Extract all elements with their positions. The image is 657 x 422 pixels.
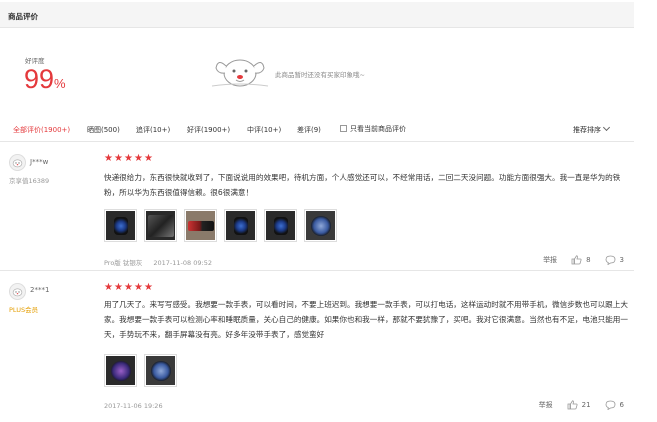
star-rating: ★ ★ ★ ★ ★	[104, 154, 153, 164]
review-item: J***w 京享值16389 ★ ★ ★ ★ ★ 快递很给力，东西很快就收到了，…	[0, 143, 634, 271]
filter-neutral[interactable]: 中评(10+)	[247, 125, 281, 135]
review-filter-bar: 全部评价(1900+) 晒图(500) 追评(10+) 好评(1900+) 中评…	[0, 118, 634, 142]
checkbox-box[interactable]	[340, 125, 347, 132]
avatar[interactable]	[9, 283, 26, 300]
review-image-thumb[interactable]	[304, 209, 337, 242]
filter-follow-up[interactable]: 追评(10+)	[136, 125, 170, 135]
filter-positive[interactable]: 好评(1900+)	[187, 125, 230, 135]
star-icon: ★	[134, 153, 143, 164]
review-meta: Pro版 钛银灰 2017-11-08 09:52	[104, 257, 212, 267]
star-icon: ★	[114, 153, 123, 164]
report-link[interactable]: 举报	[539, 400, 553, 410]
no-impression-text: 此商品暂时还没有买家印象哦~	[275, 71, 365, 79]
user-name: J***w	[30, 158, 49, 166]
star-icon: ★	[124, 282, 133, 293]
star-rating: ★ ★ ★ ★ ★	[104, 283, 153, 293]
chevron-down-icon	[602, 123, 611, 132]
review-text: 用了几天了。来写写感受。我想要一款手表，可以看时间，不要上班迟到。我想要一款手表…	[104, 300, 628, 339]
review-actions: 举报 21 6	[539, 400, 624, 410]
review-meta: 2017-11-06 19:26	[104, 402, 163, 410]
product-reviews-panel: 商品评价 好评度 99% 此商品暂时还没有买家印象哦~ 全部评价(1900+) …	[0, 0, 657, 422]
review-image-thumb[interactable]	[264, 209, 297, 242]
review-images	[104, 354, 177, 387]
review-images	[104, 209, 337, 242]
current-product-only-checkbox[interactable]: 只看当前商品评价	[340, 124, 406, 134]
mascot-dog-icon	[210, 52, 270, 90]
thumbs-up-icon[interactable]	[571, 255, 582, 265]
review-image-thumb[interactable]	[104, 209, 137, 242]
star-icon: ★	[134, 282, 143, 293]
comment-icon[interactable]	[605, 400, 616, 410]
sort-label: 推荐排序	[573, 126, 601, 134]
star-icon: ★	[114, 282, 123, 293]
review-image-thumb[interactable]	[144, 209, 177, 242]
star-icon: ★	[144, 282, 153, 293]
like-count: 21	[581, 401, 591, 409]
review-actions: 举报 8 3	[543, 255, 624, 265]
review-date: 2017-11-06 19:26	[104, 402, 163, 410]
sort-dropdown[interactable]: 推荐排序	[573, 123, 611, 135]
reply-count: 3	[619, 256, 624, 264]
comment-icon[interactable]	[605, 255, 616, 265]
avatar[interactable]	[9, 154, 26, 171]
section-title: 商品评价	[8, 12, 38, 21]
reply-count: 6	[619, 401, 624, 409]
filter-all[interactable]: 全部评价(1900+)	[13, 125, 70, 135]
star-icon: ★	[144, 153, 153, 164]
filter-negative[interactable]: 差评(9)	[297, 125, 321, 135]
checkbox-label: 只看当前商品评价	[350, 125, 406, 133]
like-count: 8	[586, 256, 591, 264]
user-name: 2***1	[30, 286, 50, 294]
review-image-thumb[interactable]	[184, 209, 217, 242]
report-link[interactable]: 举报	[543, 255, 557, 265]
review-image-thumb[interactable]	[104, 354, 137, 387]
star-icon: ★	[124, 153, 133, 164]
product-variant: Pro版 钛银灰	[104, 259, 143, 267]
review-item: 2***1 PLUS会员 ★ ★ ★ ★ ★ 用了几天了。来写写感受。我想要一款…	[0, 272, 634, 420]
review-date: 2017-11-08 09:52	[153, 259, 212, 267]
filter-with-images[interactable]: 晒图(500)	[87, 125, 120, 135]
star-icon: ★	[104, 282, 113, 293]
section-header: 商品评价	[0, 2, 634, 28]
positive-rate-unit: %	[54, 76, 66, 91]
user-level: 京享值16389	[9, 177, 50, 185]
positive-rate-number: 99	[24, 64, 55, 94]
review-image-thumb[interactable]	[224, 209, 257, 242]
thumbs-up-icon[interactable]	[567, 400, 578, 410]
positive-rate-value: 99%	[24, 66, 66, 97]
review-text: 快递很给力，东西很快就收到了，下面说说用的效果吧，待机方面，个人感觉还可以，不经…	[104, 173, 621, 197]
user-level: PLUS会员	[9, 306, 39, 314]
star-icon: ★	[104, 153, 113, 164]
review-image-thumb[interactable]	[144, 354, 177, 387]
